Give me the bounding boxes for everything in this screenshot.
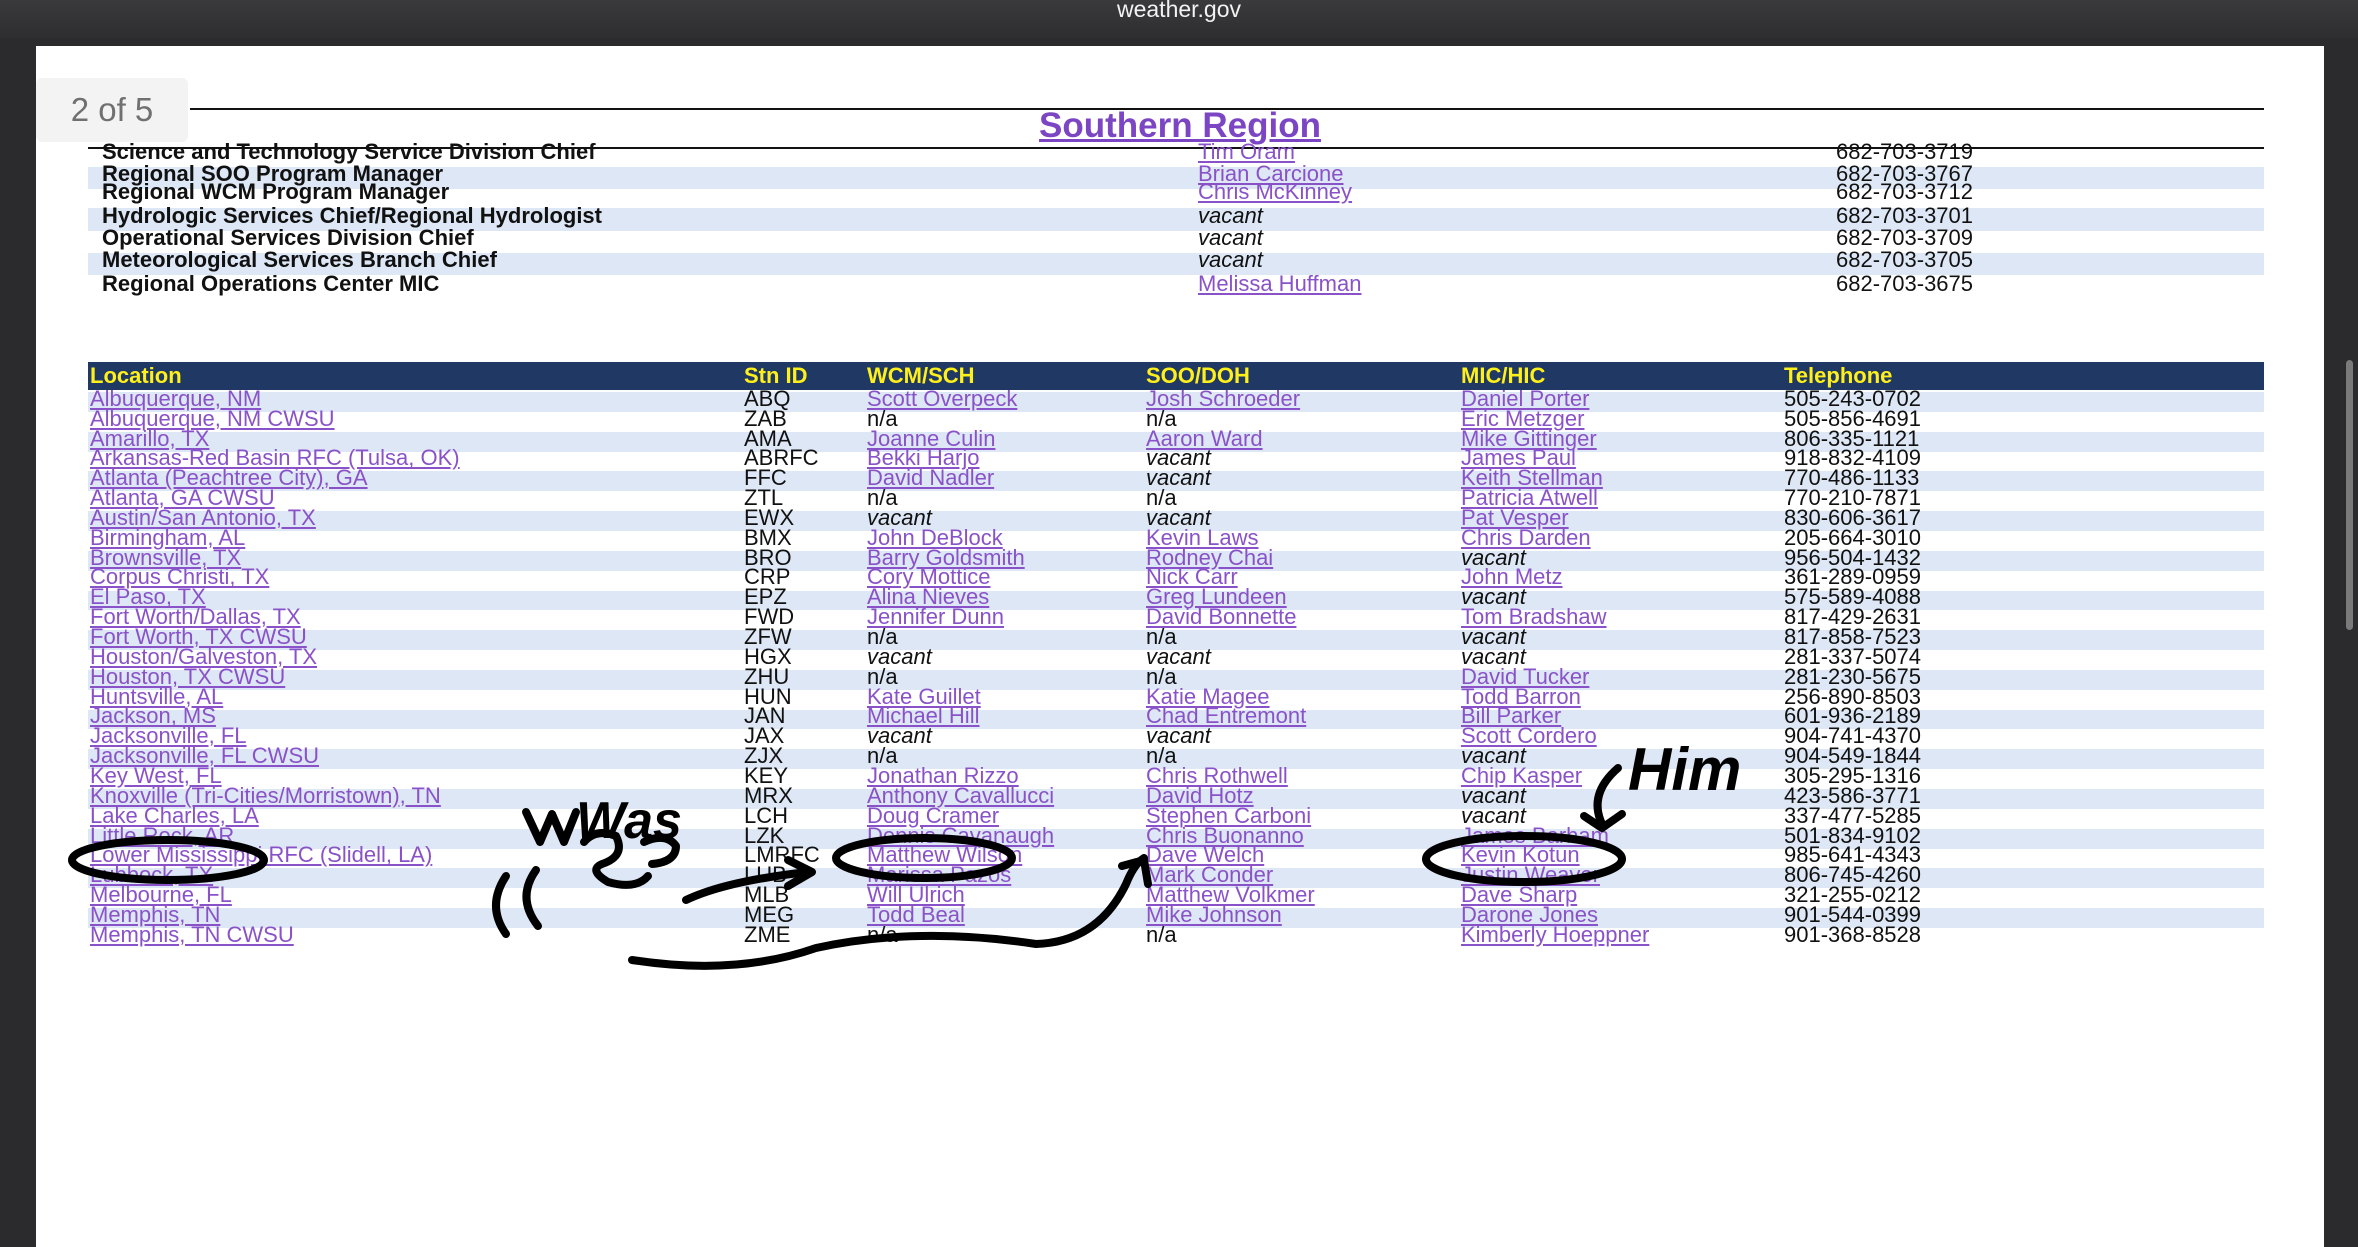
browser-title-bar: weather.gov <box>0 0 2358 38</box>
staff-row: Regional Operations Center MIC Melissa Hu… <box>88 271 2264 299</box>
staff-title: Regional Operations Center MIC <box>102 271 440 296</box>
site-title: weather.gov <box>1116 0 1242 22</box>
staff-phone: 682-703-3675 <box>1836 271 1974 296</box>
cell-stn-id: ZME <box>744 921 791 947</box>
header-mic-hic: MIC/HIC <box>1461 363 1546 388</box>
directory-rows: Science and Technology Service Division … <box>36 46 2324 1247</box>
staff-title: Meteorological Services Branch Chief <box>102 247 497 272</box>
header-stn-id: Stn ID <box>744 363 808 388</box>
staff-title: Regional WCM Program Manager <box>102 179 450 204</box>
header-wcm-sch: WCM/SCH <box>867 363 975 388</box>
staff-name[interactable]: Chris McKinney <box>1198 179 1352 205</box>
header-soo-doh: SOO/DOH <box>1146 363 1250 388</box>
cell-mic-hic[interactable]: Kimberly Hoeppner <box>1461 922 1649 948</box>
staff-name: vacant <box>1198 247 1263 272</box>
staff-name[interactable]: Melissa Huffman <box>1198 271 1361 297</box>
header-telephone: Telephone <box>1784 363 1893 388</box>
cell-soo-doh: n/a <box>1146 921 1177 947</box>
cell-wcm-sch: n/a <box>867 921 898 947</box>
page-indicator: 2 of 5 <box>36 78 188 142</box>
staff-phone: 682-703-3712 <box>1836 179 1974 204</box>
cell-telephone: 901-368-8528 <box>1784 921 1922 947</box>
cell-location[interactable]: Memphis, TN CWSU <box>90 922 294 948</box>
table-row: Memphis, TN CWSU ZME n/a n/a Kimberly Hoeppn… <box>88 922 2264 948</box>
staff-phone: 682-703-3705 <box>1836 247 1974 272</box>
table-header-row: Location Stn ID WCM/SCH SOO/DOH MIC/HIC … <box>88 362 2264 390</box>
pdf-page: 2 of 5 Southern Region Science and Techn… <box>36 46 2324 1247</box>
header-location: Location <box>90 363 182 388</box>
scrollbar-thumb[interactable] <box>2346 360 2353 630</box>
